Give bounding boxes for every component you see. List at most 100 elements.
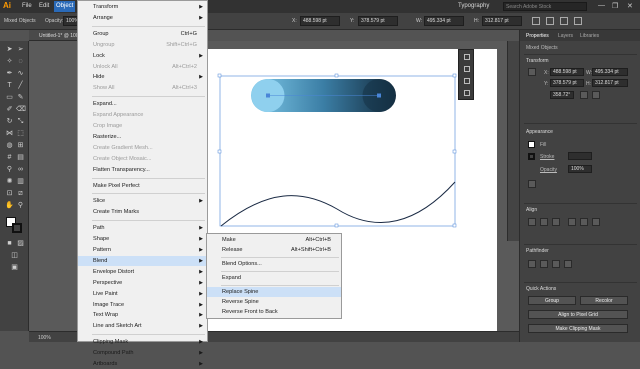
w-field[interactable]: 495.334 pt [424,16,464,26]
menu-item-perspective[interactable]: Perspective ▶ [78,278,207,288]
menu-object[interactable]: Object [54,1,76,12]
menu-item-flatten-transparency[interactable]: Flatten Transparency... [78,165,207,175]
menu-item-slice[interactable]: Slice ▶ [78,196,207,206]
stroke-color-swatch[interactable] [528,153,535,160]
menu-item-shape[interactable]: Shape ▶ [78,234,207,244]
shape-builder-tool-icon[interactable]: ◍ [5,141,14,150]
isolate-icon[interactable] [546,17,554,25]
unite-icon[interactable] [528,260,536,268]
menu-item-blend-options[interactable]: Blend Options... [207,259,341,269]
scale-tool-icon[interactable]: ⤡ [16,117,25,126]
rotate-tool-icon[interactable]: ↻ [5,117,14,126]
menu-edit[interactable]: Edit [39,3,49,9]
mesh-tool-icon[interactable]: # [5,153,14,162]
menu-item-make-pixel-perfect[interactable]: Make Pixel Perfect [78,181,207,191]
gradient-mode-icon[interactable]: ▨ [16,239,25,248]
menu-item-blend[interactable]: Blend ▶ [78,255,207,266]
menu-item-compound-path[interactable]: Compound Path ▶ [78,348,207,358]
menu-item-envelope-distort[interactable]: Envelope Distort ▶ [78,267,207,277]
flip-vertical-icon[interactable] [592,91,600,99]
group-button[interactable]: Group [528,296,576,305]
hand-tool-icon[interactable]: ✋ [5,201,14,210]
menu-item-clipping-mask[interactable]: Clipping Mask ▶ [78,337,207,347]
eraser-tool-icon[interactable]: ⌫ [16,105,26,114]
curvature-tool-icon[interactable]: ∿ [16,69,25,78]
menu-item-create-trim-marks[interactable]: Create Trim Marks [78,207,207,217]
menu-item-make[interactable]: Make Alt+Ctrl+B [207,235,341,245]
perspective-grid-tool-icon[interactable]: ⊞ [16,141,25,150]
align-right-icon[interactable] [552,218,560,226]
stock-search-input[interactable]: Search Adobe Stock [503,2,587,11]
menu-item-expand[interactable]: Expand [207,273,341,283]
slice-tool-icon[interactable]: ⧄ [16,189,25,198]
menu-item-image-trace[interactable]: Image Trace ▶ [78,300,207,310]
menu-item-group[interactable]: Group Ctrl+G [78,29,207,39]
eyedropper-tool-icon[interactable]: ⚲ [5,165,14,174]
lasso-tool-icon[interactable]: ◌ [16,57,25,66]
line-tool-icon[interactable]: ╱ [16,81,25,90]
tab-properties[interactable]: Properties [526,33,549,39]
paintbrush-tool-icon[interactable]: ✎ [16,93,25,102]
menu-item-expand[interactable]: Expand... [78,99,207,109]
magic-wand-tool-icon[interactable]: ✧ [5,57,14,66]
menu-item-reverse-spine[interactable]: Reverse Spine [207,297,341,307]
exclude-icon[interactable] [564,260,572,268]
workspace-switcher[interactable]: Typography [458,3,489,9]
selection-tool-icon[interactable]: ➤ [5,45,14,54]
width-tool-icon[interactable]: ⋈ [5,129,14,138]
menu-item-replace-spine[interactable]: Replace Spine [207,287,341,297]
zoom-level[interactable]: 100% [38,335,51,341]
opacity-field-panel[interactable]: 100% [568,165,592,173]
artboards-icon[interactable] [464,90,470,96]
transform-y-field[interactable]: 378.579 pt [550,79,584,87]
h-field[interactable]: 312.817 pt [482,16,522,26]
artboard-tool-icon[interactable]: ⊡ [5,189,14,198]
color-mode-icon[interactable]: ■ [5,239,14,248]
direct-selection-tool-icon[interactable]: ➢ [16,45,25,54]
menu-item-release[interactable]: Release Alt+Shift+Ctrl+B [207,245,341,255]
menu-item-lock[interactable]: Lock ▶ [78,51,207,61]
rectangle-tool-icon[interactable]: ▭ [5,93,14,102]
fill-color-swatch[interactable] [528,141,535,148]
symbol-sprayer-tool-icon[interactable]: ✺ [5,177,14,186]
stroke-swatch[interactable] [12,223,22,233]
x-field[interactable]: 488.598 pt [300,16,340,26]
graph-tool-icon[interactable]: ▥ [16,177,25,186]
screen-mode-icon[interactable]: ▣ [10,263,19,272]
close-icon[interactable]: ✕ [627,2,633,10]
zoom-tool-icon[interactable]: ⚲ [16,201,25,210]
shaper-tool-icon[interactable]: ✐ [5,105,14,114]
menu-item-artboards[interactable]: Artboards ▶ [78,359,207,369]
align-pixel-grid-button[interactable]: Align to Pixel Grid [528,310,628,319]
align-left-icon[interactable] [528,218,536,226]
flip-horizontal-icon[interactable] [580,91,588,99]
stroke-weight-field[interactable] [568,152,592,160]
make-clipping-mask-button[interactable]: Make Clipping Mask [528,324,628,333]
y-field[interactable]: 378.579 pt [358,16,398,26]
draw-mode-icon[interactable]: ◫ [10,251,19,260]
menu-item-text-wrap[interactable]: Text Wrap ▶ [78,310,207,320]
tab-layers[interactable]: Layers [558,33,573,39]
intersect-icon[interactable] [552,260,560,268]
transform-h-field[interactable]: 312.817 pt [592,79,628,87]
rotate-field[interactable]: 358.72° [550,91,574,99]
menu-item-line-and-sketch-art[interactable]: Line and Sketch Art ▶ [78,321,207,331]
menu-item-reverse-front-to-back[interactable]: Reverse Front to Back [207,307,341,317]
minimize-icon[interactable]: — [598,2,605,9]
layers-icon[interactable] [464,78,470,84]
fx-icon[interactable] [528,180,536,188]
menu-item-hide[interactable]: Hide ▶ [78,72,207,82]
transform-x-field[interactable]: 488.598 pt [550,68,584,76]
menu-item-path[interactable]: Path ▶ [78,223,207,233]
reference-point-icon[interactable] [528,68,536,76]
free-transform-tool-icon[interactable]: ⬚ [16,129,25,138]
menu-item-pattern[interactable]: Pattern ▶ [78,245,207,255]
maximize-icon[interactable]: ❐ [612,2,618,10]
menu-item-arrange[interactable]: Arrange ▶ [78,13,207,23]
align-bottom-icon[interactable] [592,218,600,226]
menu-icon[interactable] [574,17,582,25]
menu-item-live-paint[interactable]: Live Paint ▶ [78,289,207,299]
properties-icon[interactable] [464,66,470,72]
align-top-icon[interactable] [568,218,576,226]
transform-icon[interactable] [532,17,540,25]
